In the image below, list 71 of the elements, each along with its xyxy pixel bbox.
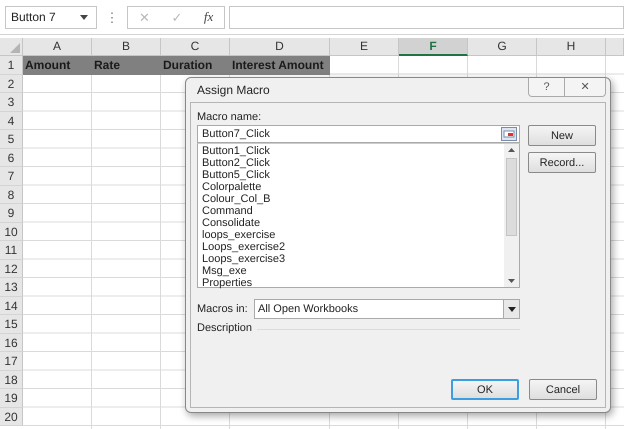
row-header[interactable]: 5 bbox=[0, 130, 23, 148]
collapse-dialog-icon[interactable] bbox=[501, 127, 517, 141]
scroll-down-icon[interactable] bbox=[508, 279, 515, 283]
row-header[interactable]: 20 bbox=[0, 408, 23, 426]
row-header[interactable]: 8 bbox=[0, 186, 23, 204]
dialog-button[interactable]: Record... bbox=[528, 152, 596, 173]
row-header[interactable]: 3 bbox=[0, 93, 23, 112]
macro-name-field[interactable]: Button7_Click bbox=[197, 125, 520, 143]
column-header[interactable]: H bbox=[537, 38, 606, 56]
row-header[interactable]: 10 bbox=[0, 222, 23, 241]
scrollbar[interactable] bbox=[504, 144, 519, 287]
row-header[interactable]: 2 bbox=[0, 74, 23, 93]
name-box[interactable]: Button 7 bbox=[5, 6, 97, 28]
row-header[interactable]: 14 bbox=[0, 296, 23, 315]
formula-input[interactable] bbox=[229, 6, 624, 28]
row-header[interactable]: 17 bbox=[0, 352, 23, 370]
table-cell: Rate bbox=[92, 56, 161, 74]
description-label: Description bbox=[197, 322, 252, 334]
scrollbar-thumb[interactable] bbox=[506, 158, 517, 236]
macro-list-item[interactable]: Loops_exercise2 bbox=[202, 241, 500, 253]
row-header[interactable]: 15 bbox=[0, 315, 23, 334]
row-header[interactable]: 12 bbox=[0, 260, 23, 278]
macros-in-dropdown[interactable]: All Open Workbooks bbox=[254, 299, 520, 319]
macro-name-label: Macro name: bbox=[197, 111, 262, 123]
column-header[interactable]: E bbox=[330, 38, 399, 56]
column-header[interactable]: B bbox=[92, 38, 161, 56]
row-header[interactable]: 9 bbox=[0, 204, 23, 222]
macro-list-item[interactable]: Consolidate bbox=[202, 217, 500, 229]
row-header[interactable]: 19 bbox=[0, 389, 23, 408]
macro-list-item[interactable]: Msg_exe bbox=[202, 265, 500, 277]
macro-list-item[interactable]: Button2_Click bbox=[202, 157, 500, 169]
macro-list-item[interactable]: Button5_Click bbox=[202, 169, 500, 181]
row-header[interactable]: 7 bbox=[0, 167, 23, 186]
dialog-button[interactable]: New bbox=[528, 125, 596, 146]
scroll-up-icon[interactable] bbox=[508, 148, 515, 152]
macro-list-item[interactable]: loops_exercise bbox=[202, 229, 500, 241]
macro-list-item[interactable]: Command bbox=[202, 205, 500, 217]
row-header[interactable]: 16 bbox=[0, 334, 23, 352]
insert-function-button[interactable]: fx bbox=[204, 9, 214, 25]
dropdown-icon bbox=[508, 306, 516, 312]
column-header[interactable]: D bbox=[230, 38, 330, 56]
worksheet-grid[interactable] bbox=[23, 56, 624, 429]
row-header[interactable]: 11 bbox=[0, 241, 23, 260]
corner-triangle-icon bbox=[10, 43, 20, 53]
table-cell: Interest Amount bbox=[230, 56, 330, 74]
macros-in-label: Macros in: bbox=[197, 303, 249, 315]
select-all-corner[interactable] bbox=[0, 38, 23, 56]
macro-list-item[interactable]: Properties bbox=[202, 277, 500, 289]
row-header[interactable]: 4 bbox=[0, 112, 23, 130]
column-header[interactable]: A bbox=[23, 38, 92, 56]
dialog-button[interactable]: OK bbox=[451, 379, 519, 400]
row-header[interactable]: 1 bbox=[0, 56, 23, 74]
column-header[interactable]: G bbox=[468, 38, 537, 56]
macro-list-item[interactable]: Loops_exercise3 bbox=[202, 253, 500, 265]
macro-list-item[interactable]: Colorpalette bbox=[202, 181, 500, 193]
help-button[interactable]: ? bbox=[528, 78, 565, 97]
dialog-button[interactable]: Cancel bbox=[529, 379, 597, 400]
dropdown-icon bbox=[80, 14, 88, 20]
macro-list-item[interactable]: Colour_Col_B bbox=[202, 193, 500, 205]
more-icon[interactable]: ⋮ bbox=[97, 10, 127, 24]
table-cell: Amount bbox=[23, 56, 92, 74]
close-button[interactable]: ✕ bbox=[565, 78, 606, 97]
table-cell: Duration bbox=[161, 56, 230, 74]
column-header[interactable] bbox=[606, 38, 624, 56]
macro-list-item[interactable]: Button1_Click bbox=[202, 145, 500, 157]
row-header[interactable]: 6 bbox=[0, 148, 23, 167]
column-header[interactable]: C bbox=[161, 38, 230, 56]
window-title: Assign Macro bbox=[197, 83, 270, 97]
column-header[interactable]: F bbox=[399, 38, 468, 56]
row-header[interactable]: 13 bbox=[0, 278, 23, 296]
row-header[interactable]: 18 bbox=[0, 370, 23, 389]
